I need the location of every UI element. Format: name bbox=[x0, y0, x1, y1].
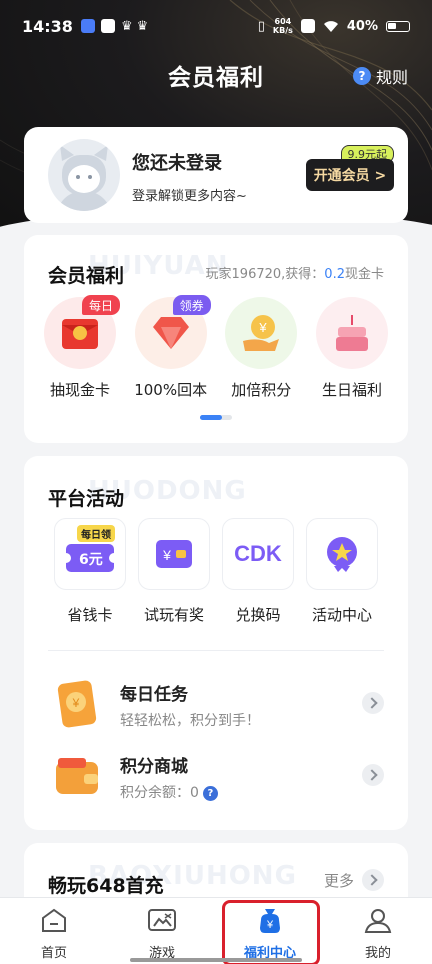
pager-dots bbox=[200, 415, 232, 420]
activity-saving-card[interactable]: 每日领 6元 省钱卡 bbox=[54, 518, 126, 625]
daily-badge: 每日 bbox=[81, 295, 120, 315]
divider bbox=[48, 650, 384, 651]
svg-text:¥: ¥ bbox=[162, 547, 171, 563]
coupon-badge: 领券 bbox=[172, 295, 211, 315]
tab-profile[interactable]: 我的 bbox=[324, 898, 432, 964]
login-subtitle: 登录解锁更多内容~ bbox=[132, 189, 247, 204]
section-title: 会员福利 bbox=[48, 265, 125, 287]
battery-icon bbox=[386, 20, 410, 32]
chevron-right-icon bbox=[362, 869, 384, 891]
tab-games[interactable]: 游戏 bbox=[108, 898, 216, 964]
help-icon[interactable]: ? bbox=[202, 786, 218, 801]
benefit-note: 玩家196720,获得：0.2现金卡 bbox=[205, 267, 384, 282]
benefit-label: 生日福利 bbox=[321, 381, 382, 399]
vibrate-icon: ▯ bbox=[257, 18, 265, 34]
avatar[interactable] bbox=[48, 139, 120, 211]
benefit-double-points[interactable]: ¥ 加倍积分 bbox=[217, 297, 305, 400]
chevron-right-icon[interactable] bbox=[362, 692, 384, 714]
section-title: 畅玩648首充 bbox=[48, 875, 164, 897]
coin-hand-icon: ¥ bbox=[225, 297, 298, 369]
cdk-icon: CDK bbox=[222, 518, 294, 590]
app-notification-icon bbox=[80, 19, 95, 33]
points-mall-row[interactable]: 积分商城 积分余额：0? bbox=[48, 746, 384, 806]
activity-list: 每日领 6元 省钱卡 ¥ 试玩有奖 CDK 兑换码 活动中心 bbox=[54, 518, 378, 625]
benefit-birthday[interactable]: 生日福利 bbox=[308, 297, 396, 400]
default-avatar-icon bbox=[58, 145, 110, 211]
open-vip-button[interactable]: 开通会员 > bbox=[306, 159, 394, 191]
activity-label: 兑换码 bbox=[235, 606, 281, 624]
no-sim-icon bbox=[300, 19, 315, 33]
task-name: 积分商城 bbox=[120, 757, 188, 777]
crown-notification-icon: ♛ bbox=[120, 18, 133, 34]
game-icon bbox=[148, 909, 176, 931]
activity-label: 省钱卡 bbox=[67, 606, 113, 624]
platform-activities-card: HUODONG 平台活动 每日领 6元 省钱卡 ¥ 试玩有奖 CDK 兑换码 活… bbox=[24, 456, 408, 830]
trial-reward-icon: ¥ bbox=[138, 518, 210, 590]
benefit-label: 加倍积分 bbox=[231, 381, 292, 399]
activity-redeem-code[interactable]: CDK 兑换码 bbox=[222, 518, 294, 625]
battery-percent: 40% bbox=[346, 18, 378, 34]
network-speed: 604 KB/s bbox=[272, 17, 293, 35]
tab-home[interactable]: 首页 bbox=[0, 898, 108, 964]
benefit-cash-card[interactable]: 每日 抽现金卡 bbox=[36, 295, 124, 400]
mail-notification-icon bbox=[100, 19, 115, 33]
activity-label: 试玩有奖 bbox=[143, 606, 204, 624]
birthday-cake-icon bbox=[315, 297, 388, 369]
section-title: 平台活动 bbox=[48, 488, 125, 510]
daily-task-icon: ¥ bbox=[57, 680, 97, 728]
benefit-label: 抽现金卡 bbox=[49, 381, 110, 399]
benefit-label: 100%回本 bbox=[134, 381, 208, 399]
saving-card-tag: 每日领 bbox=[77, 525, 115, 542]
gesture-bar bbox=[130, 958, 302, 962]
wallet-icon bbox=[56, 758, 98, 794]
wifi-icon bbox=[323, 20, 338, 32]
daily-task-row[interactable]: ¥ 每日任务 轻轻松松，积分到手！ bbox=[48, 674, 384, 734]
svg-text:¥: ¥ bbox=[259, 320, 268, 335]
status-bar: 14:38 ♛ ♛ ▯ 604 KB/s 40% bbox=[0, 0, 432, 52]
activity-trial-reward[interactable]: ¥ 试玩有奖 bbox=[138, 518, 210, 625]
chevron-right-icon[interactable] bbox=[362, 764, 384, 786]
help-icon: ? bbox=[352, 67, 371, 85]
bottom-tab-bar: 首页 游戏 ¥ 福利中心 我的 bbox=[0, 897, 432, 964]
task-name: 每日任务 bbox=[120, 685, 188, 705]
member-benefits-card: HUIYUAN 会员福利 玩家196720,获得：0.2现金卡 每日 抽现金卡 bbox=[24, 235, 408, 443]
tab-welfare-center[interactable]: ¥ 福利中心 bbox=[216, 898, 324, 964]
profile-icon bbox=[364, 909, 392, 933]
login-card[interactable]: 您还未登录 登录解锁更多内容~ 9.9元起 开通会员 > bbox=[24, 127, 408, 223]
rules-label: 规则 bbox=[375, 68, 408, 87]
svg-text:¥: ¥ bbox=[266, 919, 274, 931]
activity-center[interactable]: 活动中心 bbox=[306, 518, 378, 625]
points-balance: 积分余额：0? bbox=[120, 782, 218, 802]
rules-button[interactable]: ? 规则 bbox=[352, 64, 408, 88]
welfare-bag-icon: ¥ bbox=[260, 909, 280, 933]
crown-notification-icon: ♛ bbox=[136, 18, 149, 34]
home-icon bbox=[42, 908, 66, 932]
login-status-text[interactable]: 您还未登录 bbox=[132, 149, 222, 175]
svg-text:¥: ¥ bbox=[72, 696, 80, 710]
status-time: 14:38 bbox=[22, 16, 73, 36]
benefit-payback[interactable]: 领券 100%回本 bbox=[127, 295, 215, 400]
benefit-list: 每日 抽现金卡 领券 100%回本 ¥ 加倍积分 生日福利 bbox=[36, 295, 396, 400]
task-subtitle: 轻轻松松，积分到手！ bbox=[120, 713, 260, 729]
activity-center-icon bbox=[306, 518, 378, 590]
activity-label: 活动中心 bbox=[311, 606, 372, 624]
money-saving-card-icon: 每日领 6元 bbox=[54, 518, 126, 590]
more-button[interactable]: 更多 bbox=[324, 869, 384, 891]
saving-card-amount: 6元 bbox=[79, 552, 103, 568]
